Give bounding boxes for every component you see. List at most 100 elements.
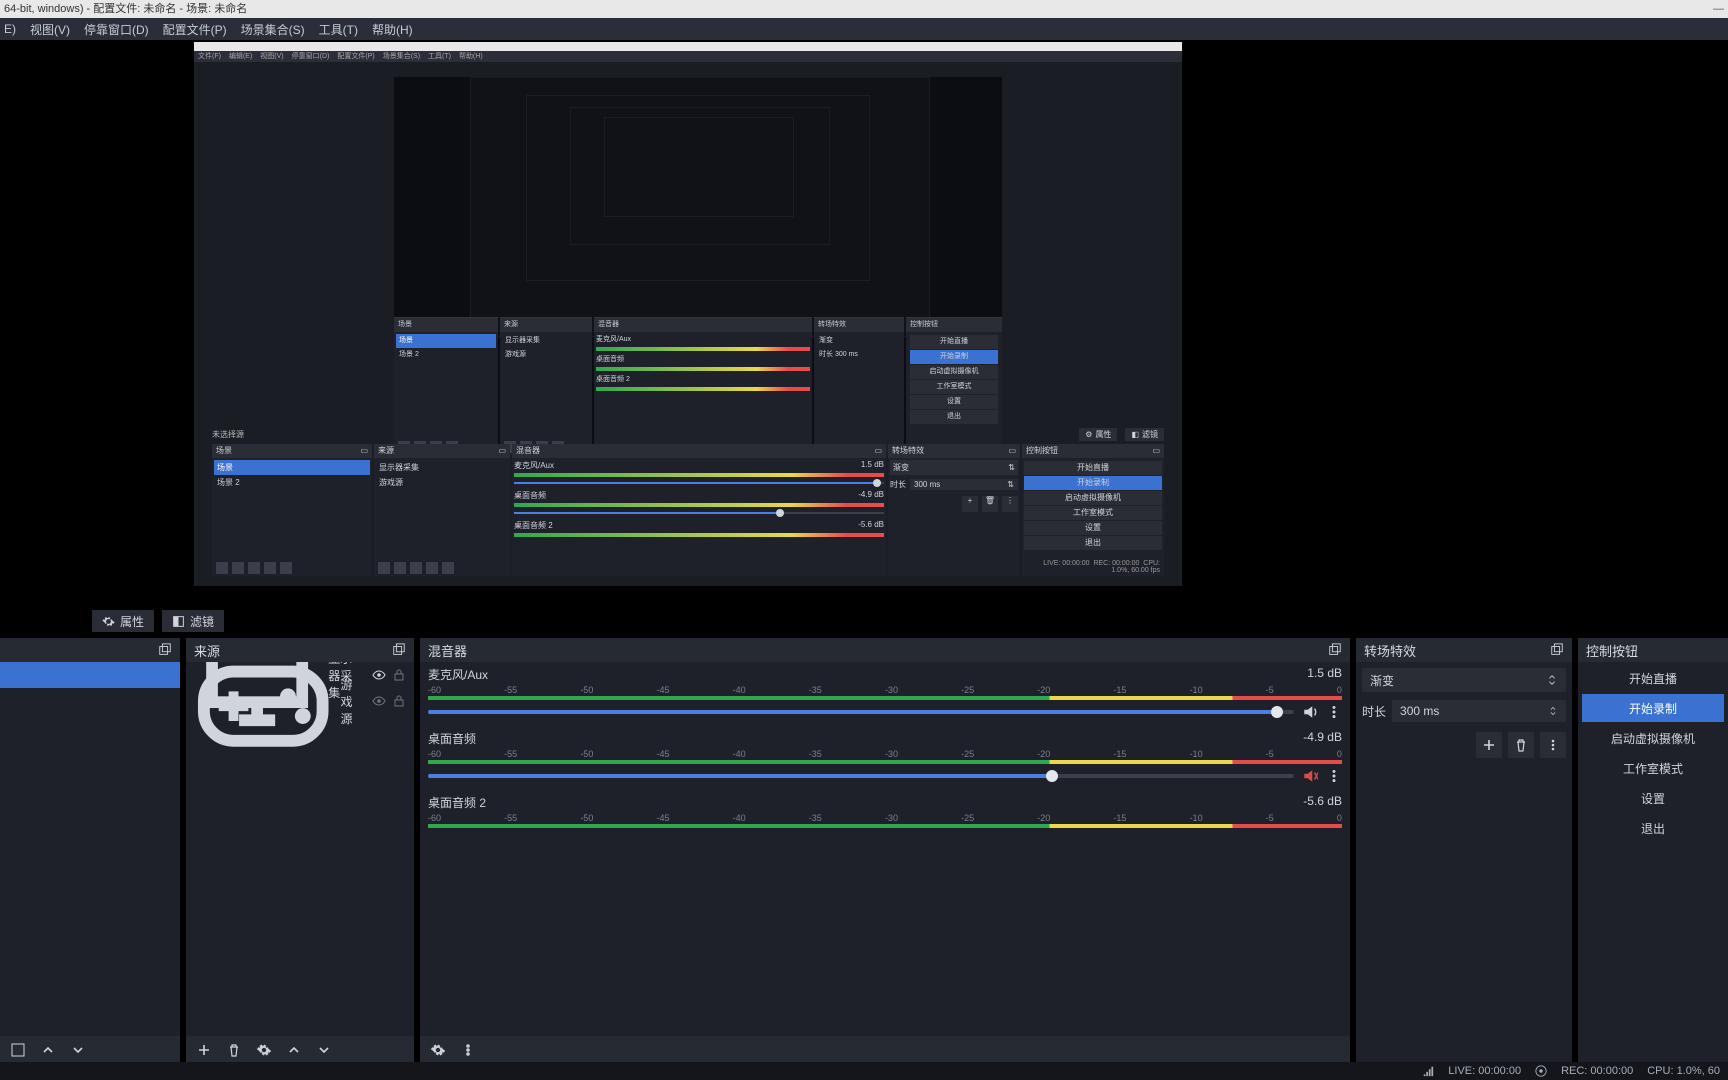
popout-icon[interactable]: [1328, 643, 1342, 657]
scene-item-selected[interactable]: [0, 662, 180, 688]
channel-menu-icon[interactable]: [1326, 768, 1342, 784]
properties-button[interactable]: 属性: [92, 610, 154, 632]
source-settings-button[interactable]: [252, 1038, 276, 1062]
inner-filters-button: ◧ 滤镜: [1125, 428, 1164, 441]
window-title: 64-bit, windows) - 配置文件: 未命名 - 场景: 未命名: [4, 0, 247, 18]
controls-panel: 控制按钮 开始直播 开始录制 启动虚拟摄像机 工作室模式 设置 退出: [1578, 638, 1728, 1064]
level-meter: [428, 760, 1342, 764]
level-meter: [428, 824, 1342, 828]
source-up-button[interactable]: [282, 1038, 306, 1062]
mute-icon[interactable]: [1302, 768, 1318, 784]
window-controls: —: [1713, 0, 1724, 18]
nested-title-bar: [194, 42, 1182, 51]
popout-icon[interactable]: [392, 643, 406, 657]
mixer-channel: 麦克风/Aux1.5 dB -60-55-50-45-40-35-30-25-2…: [420, 662, 1350, 726]
studio-mode-button[interactable]: 工作室模式: [1582, 754, 1724, 782]
properties-label: 属性: [120, 613, 144, 630]
source-remove-button[interactable]: [222, 1038, 246, 1062]
exit-button[interactable]: 退出: [1582, 814, 1724, 842]
start-virtual-cam-button[interactable]: 启动虚拟摄像机: [1582, 724, 1724, 752]
recursive-preview: 场景场景场景 2 来源显示器采集游戏源 混音器麦克风/Aux桌面音频桌面音频 2…: [394, 77, 1002, 455]
mixer-menu-button[interactable]: [456, 1038, 480, 1062]
scenes-panel: [0, 638, 180, 1064]
sources-panel: 来源 显示器采集 游戏源: [186, 638, 414, 1064]
settings-button[interactable]: 设置: [1582, 784, 1724, 812]
title-bar: 64-bit, windows) - 配置文件: 未命名 - 场景: 未命名 —: [0, 0, 1728, 18]
inner-controls-panel: 控制按钮▭ 开始直播 开始录制 启动虚拟摄像机 工作室模式 设置 退出 LIVE…: [1022, 444, 1164, 576]
scene-down-button[interactable]: [66, 1038, 90, 1062]
preview-display-capture: 文件(F) 编辑(E) 视图(V) 停靠窗口(D) 配置文件(P) 场景集合(S…: [194, 42, 1182, 586]
inner-mixer-panel: 混音器▭ 麦克风/Aux1.5 dB 桌面音频-4.9 dB 桌面音频 2-5.…: [512, 444, 886, 576]
mixer-panel: 混音器 麦克风/Aux1.5 dB -60-55-50-45-40-35-30-…: [420, 638, 1350, 1064]
scene-up-button[interactable]: [36, 1038, 60, 1062]
eye-icon[interactable]: [372, 668, 386, 682]
transition-add-button[interactable]: [1476, 732, 1502, 758]
channel-db: -4.9 dB: [1303, 730, 1342, 747]
db-scale: -60-55-50-45-40-35-30-25-20-15-10-50: [428, 685, 1342, 695]
source-toolbar: 属性 滤镜: [0, 608, 1728, 634]
channel-name: 桌面音频: [428, 730, 476, 747]
inner-scenes-panel: 场景▭ 场景场景 2: [212, 444, 372, 576]
transition-select[interactable]: 渐变: [1362, 668, 1566, 692]
updown-icon: [1548, 706, 1558, 716]
db-scale: -60-55-50-45-40-35-30-25-20-15-10-50: [428, 813, 1342, 823]
mixer-advanced-button[interactable]: [426, 1038, 450, 1062]
start-streaming-button[interactable]: 开始直播: [1582, 664, 1724, 692]
inner-sources-panel: 来源▭ 显示器采集游戏源: [374, 444, 510, 576]
transition-remove-button[interactable]: [1508, 732, 1534, 758]
db-scale: -60-55-50-45-40-35-30-25-20-15-10-50: [428, 749, 1342, 759]
duration-label: 时长: [1362, 703, 1386, 720]
channel-db: -5.6 dB: [1303, 794, 1342, 811]
speaker-icon[interactable]: [1302, 704, 1318, 720]
inner-source-toolbar: 未选择源 ⚙ 属性 ◧ 滤镜: [212, 426, 1164, 442]
mixer-header: 混音器: [428, 641, 467, 660]
menu-docks[interactable]: 停靠窗口(D): [84, 21, 149, 38]
source-add-button[interactable]: [192, 1038, 216, 1062]
duration-spinbox[interactable]: 300 ms: [1392, 700, 1566, 722]
source-down-button[interactable]: [312, 1038, 336, 1062]
mixer-channel: 桌面音频 -4.9 dB -60-55-50-45-40-35-30-25-20-…: [420, 726, 1350, 790]
menu-scene-collection[interactable]: 场景集合(S): [241, 21, 305, 38]
menu-profile[interactable]: 配置文件(P): [163, 21, 227, 38]
menu-edit[interactable]: E): [4, 22, 16, 36]
transitions-header: 转场特效: [1364, 641, 1416, 660]
sources-header: 来源: [194, 641, 220, 660]
mixer-channel: 桌面音频 2 -5.6 dB -60-55-50-45-40-35-30-25-2…: [420, 790, 1350, 834]
popout-icon[interactable]: [158, 643, 172, 657]
filters-button[interactable]: 滤镜: [162, 610, 224, 632]
status-cpu: CPU: 1.0%, 60: [1647, 1065, 1720, 1077]
channel-menu-icon[interactable]: [1326, 704, 1342, 720]
signal-icon: [1422, 1065, 1434, 1077]
controls-header: 控制按钮: [1586, 641, 1638, 660]
disk-icon: [1535, 1065, 1547, 1077]
gamepad-icon: [194, 662, 332, 770]
minimize-button[interactable]: —: [1713, 0, 1724, 18]
transition-menu-button[interactable]: [1540, 732, 1566, 758]
menu-view[interactable]: 视图(V): [30, 21, 70, 38]
filters-label: 滤镜: [190, 613, 214, 630]
preview-area[interactable]: 文件(F) 编辑(E) 视图(V) 停靠窗口(D) 配置文件(P) 场景集合(S…: [0, 40, 1728, 610]
channel-name: 桌面音频 2: [428, 794, 486, 811]
status-live: LIVE: 00:00:00: [1448, 1065, 1521, 1077]
source-item-game[interactable]: 游戏源: [186, 688, 414, 714]
updown-icon: [1546, 674, 1558, 686]
source-label: 游戏源: [340, 676, 364, 727]
menu-help[interactable]: 帮助(H): [372, 21, 413, 38]
scene-filter-button[interactable]: [6, 1038, 30, 1062]
nested-menu-bar: 文件(F) 编辑(E) 视图(V) 停靠窗口(D) 配置文件(P) 场景集合(S…: [194, 51, 1182, 62]
start-recording-button[interactable]: 开始录制: [1582, 694, 1724, 722]
popout-icon[interactable]: [1550, 643, 1564, 657]
transitions-panel: 转场特效 渐变 时长 300 ms: [1356, 638, 1572, 1064]
inner-panels: 场景▭ 场景场景 2 来源▭ 显示器采集游戏源 混音器▭ 麦克风/Aux1.5 …: [212, 444, 1164, 576]
level-meter: [428, 696, 1342, 700]
eye-icon[interactable]: [372, 694, 386, 708]
menu-tools[interactable]: 工具(T): [319, 21, 358, 38]
volume-slider[interactable]: [428, 710, 1294, 714]
inner-no-selection-label: 未选择源: [212, 429, 244, 440]
channel-name: 麦克风/Aux: [428, 666, 488, 683]
lock-icon[interactable]: [392, 694, 406, 708]
lock-icon[interactable]: [392, 668, 406, 682]
status-bar: LIVE: 00:00:00 REC: 00:00:00 CPU: 1.0%, …: [0, 1062, 1728, 1080]
status-rec: REC: 00:00:00: [1561, 1065, 1633, 1077]
volume-slider[interactable]: [428, 774, 1294, 778]
